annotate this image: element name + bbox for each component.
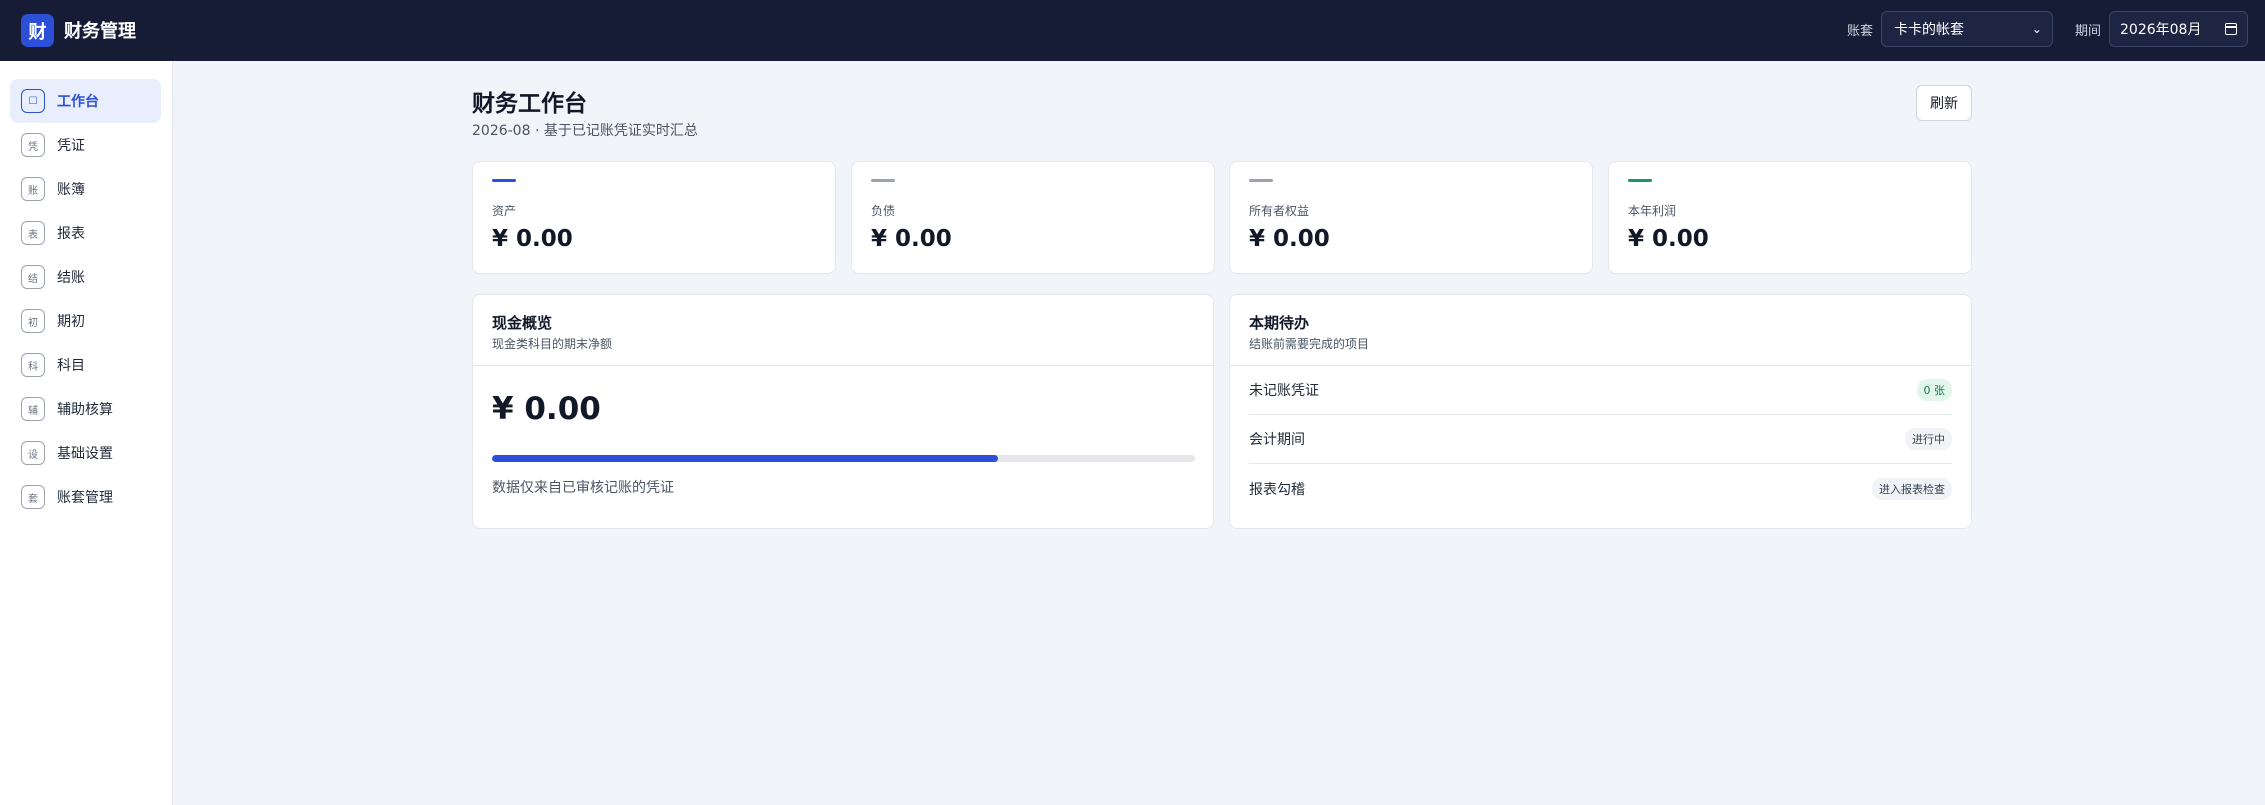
closing-icon: 结 <box>21 265 45 289</box>
sidebar-item-label: 工作台 <box>57 94 99 110</box>
top-bar: 财 财务管理 账套 卡卡的帐套 ⌄ 期间 2026年08月 <box>0 0 2265 61</box>
status-badge: 进行中 <box>1905 428 1952 450</box>
cash-overview-panel: 现金概览 现金类科目的期末净额 ¥ 0.00 数据仅来自已审核记账的凭证 <box>472 294 1214 529</box>
panel-subtitle: 现金类科目的期末净额 <box>492 337 613 351</box>
stat-label: 所有者权益 <box>1249 204 1310 218</box>
sidebar-item-ledgers[interactable]: 账 账簿 <box>10 167 161 211</box>
account-label: 账套 <box>1846 23 1873 39</box>
auxiliary-icon: 辅 <box>21 397 45 421</box>
top-controls: 账套 卡卡的帐套 ⌄ 期间 2026年08月 <box>1847 11 2248 47</box>
stat-card-assets: 资产 ¥ 0.00 <box>472 161 836 274</box>
ledger-icon: 账 <box>21 177 45 201</box>
stat-accent-bar <box>871 179 895 182</box>
workbench-icon: ☐ <box>21 89 45 113</box>
sidebar-item-opening[interactable]: 初 期初 <box>10 299 161 343</box>
stat-card-liabilities: 负债 ¥ 0.00 <box>851 161 1215 274</box>
stat-card-profit: 本年利润 ¥ 0.00 <box>1608 161 1972 274</box>
account-select[interactable]: 卡卡的帐套 ⌄ <box>1880 11 2053 47</box>
period-value: 2026年08月 <box>2120 22 2202 38</box>
sidebar-item-label: 报表 <box>57 226 85 242</box>
panel-header: 现金概览 现金类科目的期末净额 <box>473 295 1213 366</box>
todo-row-report-reconciliation[interactable]: 报表勾稽 进入报表检查 <box>1249 464 1952 513</box>
panel-title: 现金概览 <box>492 314 553 332</box>
period-picker[interactable]: 2026年08月 <box>2109 11 2248 47</box>
account-subject-icon: 科 <box>21 353 45 377</box>
calendar-icon[interactable] <box>2225 23 2237 35</box>
page-subtitle: 2026-08 · 基于已记账凭证实时汇总 <box>472 123 698 139</box>
refresh-button[interactable]: 刷新 <box>1916 85 1972 121</box>
cash-value: ¥ 0.00 <box>492 391 601 427</box>
report-icon: 表 <box>21 221 45 245</box>
todo-label: 未记账凭证 <box>1249 383 1319 399</box>
panel-title: 本期待办 <box>1249 314 1310 332</box>
stat-card-equity: 所有者权益 ¥ 0.00 <box>1229 161 1593 274</box>
account-select-value: 卡卡的帐套 <box>1893 22 1964 38</box>
page-title: 财务工作台 <box>472 91 587 117</box>
sidebar-item-label: 结账 <box>57 270 85 286</box>
app-logo: 财 <box>21 14 54 47</box>
stat-accent-bar <box>492 179 516 182</box>
settings-icon: 设 <box>21 441 45 465</box>
stat-value: ¥ 0.00 <box>1628 226 1709 252</box>
todo-row-unposted-vouchers[interactable]: 未记账凭证 0 张 <box>1249 366 1952 415</box>
stat-value: ¥ 0.00 <box>871 226 952 252</box>
sidebar: ☐ 工作台 凭 凭证 账 账簿 表 报表 结 结账 初 期初 科 科目 辅 辅助… <box>0 61 173 805</box>
sidebar-item-label: 辅助核算 <box>57 402 113 418</box>
cash-note: 数据仅来自已审核记账的凭证 <box>492 480 674 496</box>
sidebar-item-accounts[interactable]: 科 科目 <box>10 343 161 387</box>
period-label: 期间 <box>2074 23 2101 39</box>
progress-fill <box>492 455 999 462</box>
stat-value: ¥ 0.00 <box>492 226 573 252</box>
sidebar-item-settings[interactable]: 设 基础设置 <box>10 431 161 475</box>
opening-icon: 初 <box>21 309 45 333</box>
todo-label: 会计期间 <box>1249 432 1305 448</box>
sidebar-item-label: 基础设置 <box>57 446 113 462</box>
app-title: 财务管理 <box>64 21 136 42</box>
sidebar-item-closing[interactable]: 结 结账 <box>10 255 161 299</box>
stat-accent-bar <box>1249 179 1273 182</box>
chevron-down-icon: ⌄ <box>2031 22 2042 36</box>
cash-progress-bar <box>492 455 1195 462</box>
sidebar-item-workbench[interactable]: ☐ 工作台 <box>10 79 161 123</box>
panel-subtitle: 结账前需要完成的项目 <box>1249 337 1370 351</box>
stat-label: 资产 <box>492 204 517 218</box>
sidebar-item-vouchers[interactable]: 凭 凭证 <box>10 123 161 167</box>
sidebar-item-label: 科目 <box>57 358 85 374</box>
stat-value: ¥ 0.00 <box>1249 226 1330 252</box>
todo-label: 报表勾稽 <box>1249 481 1305 498</box>
sidebar-item-reports[interactable]: 表 报表 <box>10 211 161 255</box>
sidebar-item-auxiliary[interactable]: 辅 辅助核算 <box>10 387 161 431</box>
sidebar-item-label: 账套管理 <box>57 490 113 506</box>
stat-label: 负债 <box>871 204 896 218</box>
sidebar-item-account-sets[interactable]: 套 账套管理 <box>10 475 161 519</box>
account-set-icon: 套 <box>21 485 45 509</box>
todo-row-accounting-period[interactable]: 会计期间 进行中 <box>1249 415 1952 464</box>
todo-panel: 本期待办 结账前需要完成的项目 未记账凭证 0 张 会计期间 进行中 报表勾稽 … <box>1229 294 1972 529</box>
stat-accent-bar <box>1628 179 1652 182</box>
status-badge: 0 张 <box>1916 379 1952 401</box>
voucher-icon: 凭 <box>21 133 45 157</box>
stat-label: 本年利润 <box>1628 204 1677 218</box>
sidebar-item-label: 账簿 <box>57 182 85 198</box>
report-check-link[interactable]: 进入报表检查 <box>1872 477 1952 500</box>
sidebar-item-label: 期初 <box>57 314 85 330</box>
sidebar-item-label: 凭证 <box>57 138 85 154</box>
panel-header: 本期待办 结账前需要完成的项目 <box>1230 295 1971 366</box>
